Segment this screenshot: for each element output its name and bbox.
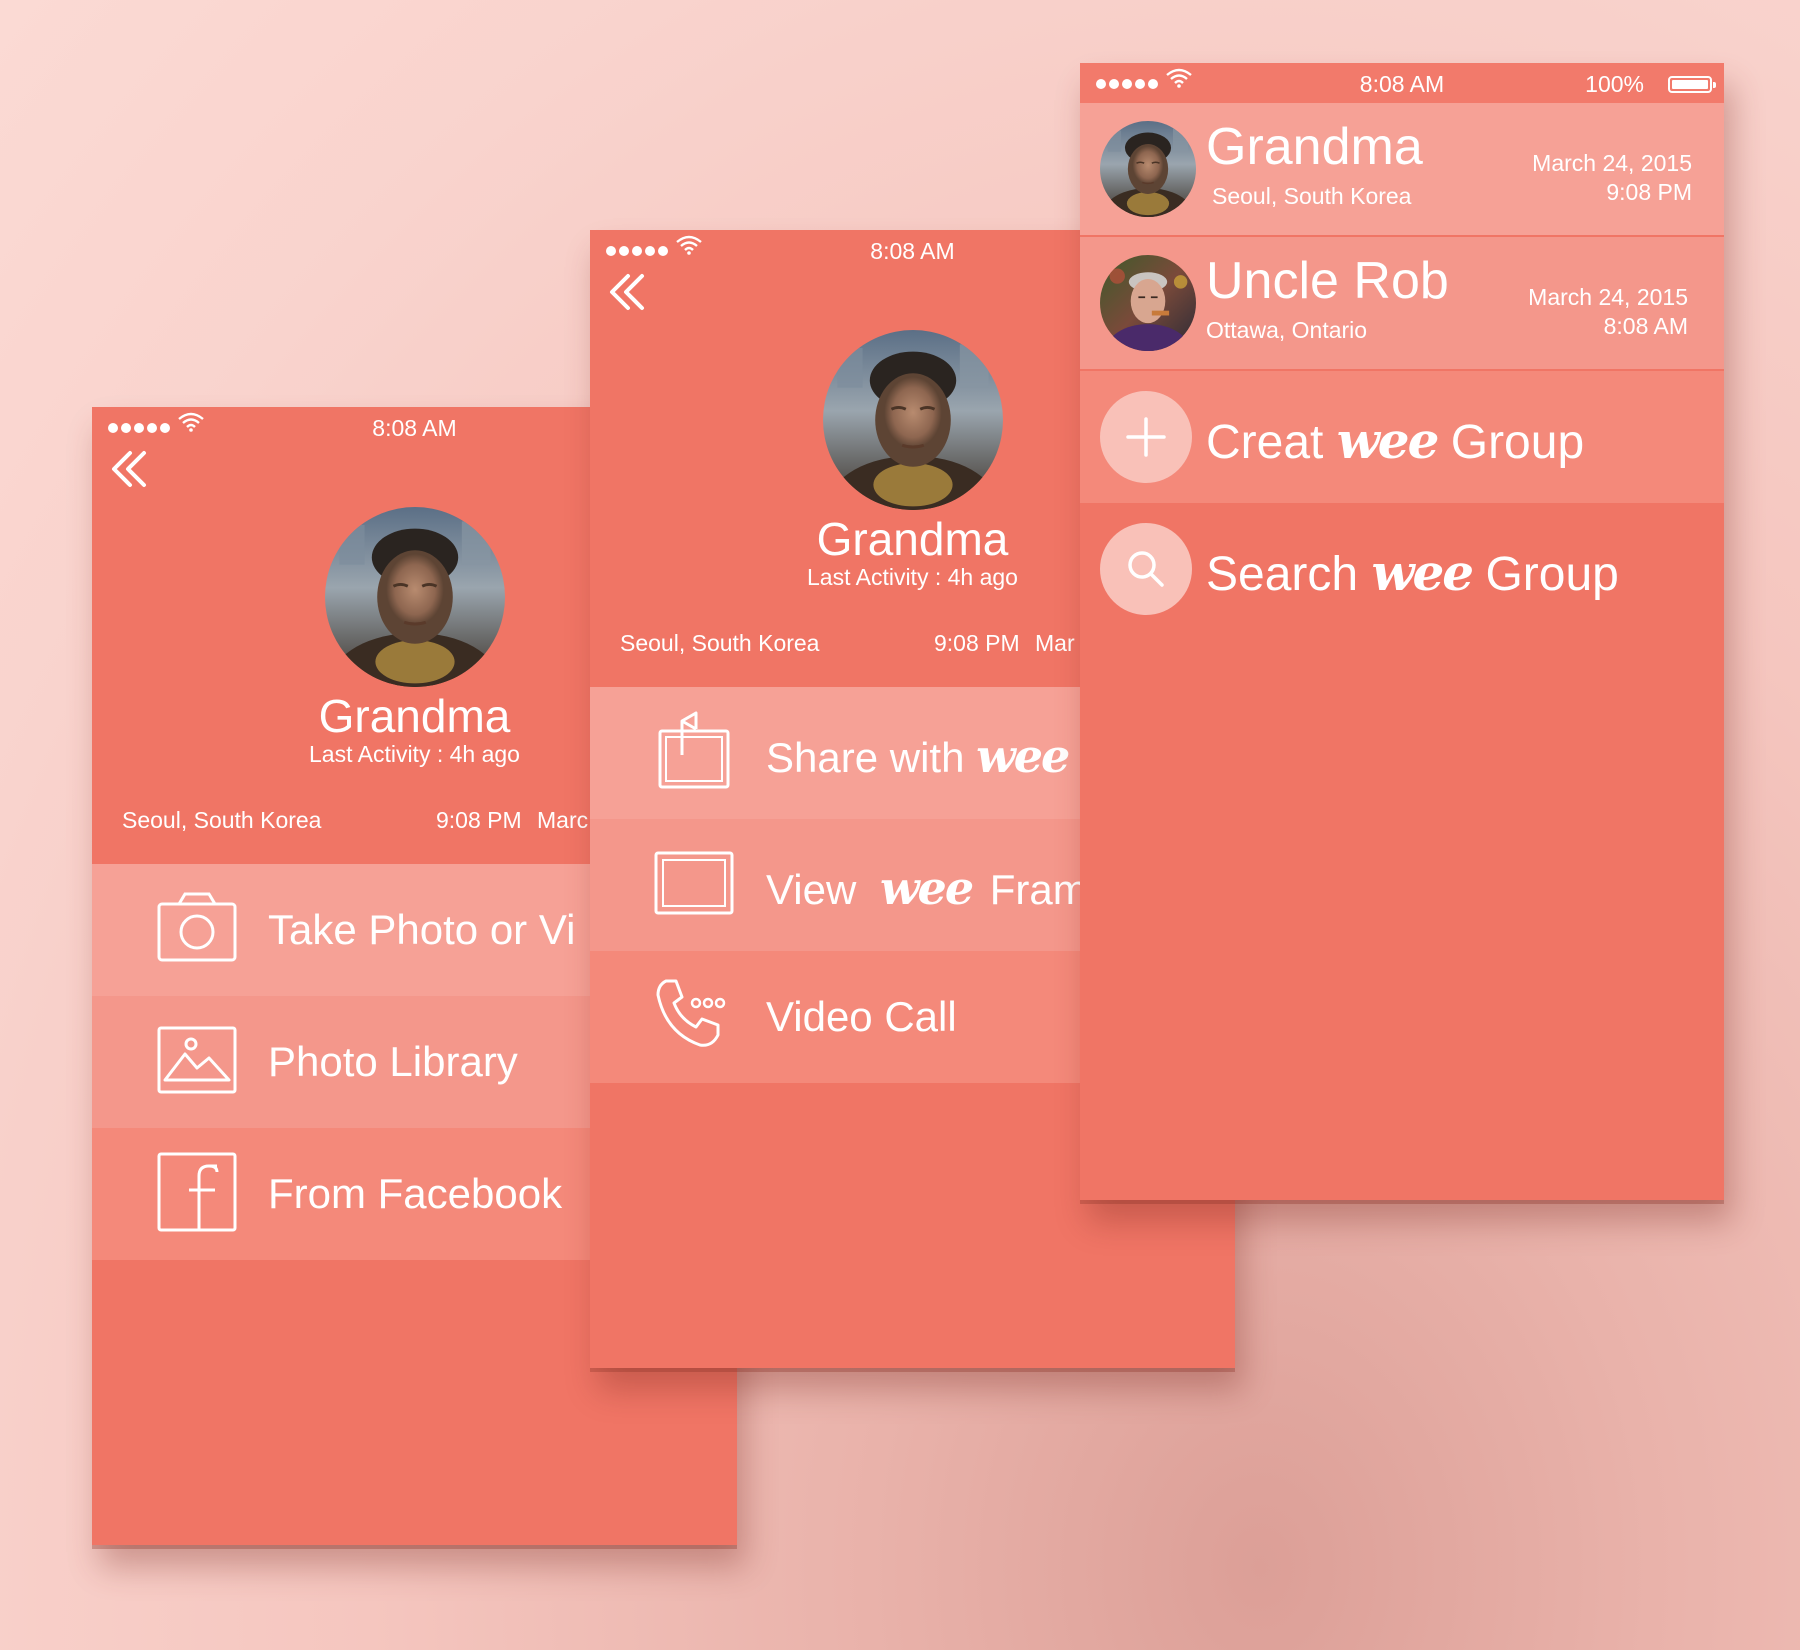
contact-timestamp: March 24, 2015 9:08 PM [1532,149,1692,207]
plus-icon-circle [1100,391,1192,483]
contact-row[interactable]: Grandma Seoul, South Korea March 24, 201… [1080,103,1724,235]
profile-location: Seoul, South Korea [122,807,322,833]
profile-avatar [324,507,505,687]
frame-icon [654,851,734,915]
contact-date: March 24, 2015 [1528,284,1688,310]
wee-logo-text: wee [976,729,1070,783]
contact-name: Grandma [1206,118,1423,176]
plus-icon [1126,417,1166,457]
share-label-text: Share with [766,734,965,781]
search-icon-circle [1100,523,1192,615]
battery-icon [1668,76,1716,93]
contact-timestamp: March 24, 2015 8:08 AM [1528,283,1688,341]
menu-item-label: Video Call [766,993,957,1040]
create-label-text: Creat [1206,416,1324,469]
camera-icon [157,892,237,962]
contact-time: 8:08 AM [1603,313,1688,339]
profile-location: Seoul, South Korea [620,630,820,656]
search-group-label: Search wee Group [1206,543,1619,602]
image-icon [157,1026,237,1094]
profile-time: 9:08 PM [436,807,522,833]
facebook-icon [157,1152,237,1232]
group-label-text: Group [1485,548,1619,601]
frame-label-text: Fram [989,866,1088,913]
profile-date: Marc [537,807,589,833]
search-icon [1128,551,1164,587]
menu-item-label: Take Photo or Vi [268,906,576,953]
phone-screen-contacts: 8:08 AM 100% Grandma Seoul, South Korea … [1080,63,1724,1200]
menu-item-label: From Facebook [268,1170,563,1217]
contact-row[interactable]: Uncle Rob Ottawa, Ontario March 24, 2015… [1080,237,1724,369]
contact-location: Ottawa, Ontario [1206,317,1368,343]
search-wee-group-button[interactable]: Search wee Group [1080,503,1724,635]
contact-name: Uncle Rob [1206,252,1449,310]
wee-logo-text: wee [1336,411,1440,470]
contact-location: Seoul, South Korea [1212,183,1412,209]
contact-date: March 24, 2015 [1532,150,1692,176]
menu-item-label: Share with wee [766,729,1070,783]
create-group-label: Creat wee Group [1206,411,1584,470]
create-wee-group-button[interactable]: Creat wee Group [1080,371,1724,503]
contact-avatar [1100,121,1196,217]
wee-logo-text: wee [1371,543,1474,602]
profile-avatar [822,330,1003,510]
status-bar: 8:08 AM 100% [1080,63,1724,103]
menu-item-label: Photo Library [268,1038,518,1085]
menu-item-label: View wee Fram [766,861,1088,915]
view-label-text: View [766,866,857,913]
back-icon[interactable] [106,445,154,493]
profile-date: Mar [1035,630,1075,656]
phone-call-icon [656,979,726,1047]
contact-time: 9:08 PM [1606,179,1692,205]
group-label-text: Group [1450,416,1585,469]
search-label-text: Search [1206,548,1359,601]
contact-avatar [1100,255,1196,351]
back-icon[interactable] [604,268,652,316]
share-frame-icon [658,711,730,789]
profile-time: 9:08 PM [934,630,1020,656]
wee-logo-text: wee [879,861,974,915]
battery-percent: 100% [1585,71,1644,97]
